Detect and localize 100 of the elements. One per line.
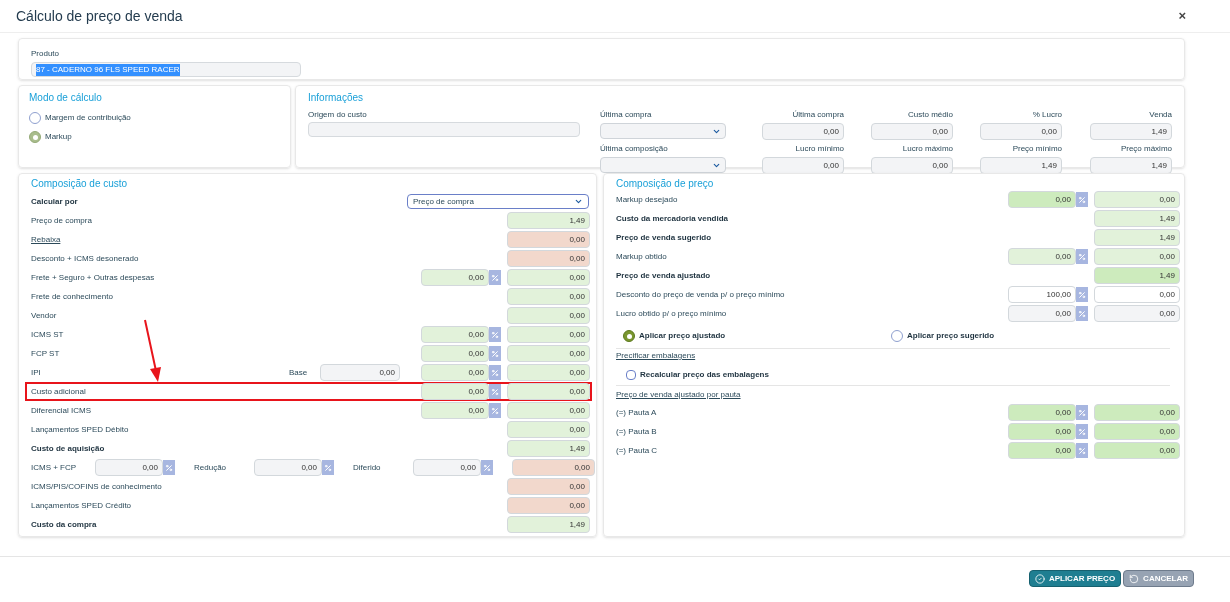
input-field[interactable]: 0,00 [1094,305,1180,322]
input-field[interactable]: 0,00 [1008,423,1076,440]
input-field[interactable]: 1,49 [507,212,590,229]
input-field[interactable]: 0,00 [507,307,590,324]
input-field[interactable]: 0,00 [421,326,489,343]
percent-icon [1078,309,1086,318]
percent-button[interactable] [489,403,501,418]
input-field[interactable]: 1,49 [1094,267,1180,284]
input-field[interactable]: 1,49 [507,516,590,533]
percent-button[interactable] [481,460,493,475]
input-field[interactable]: 0,00 [507,231,590,248]
percent-button[interactable] [1076,443,1088,458]
input-field[interactable]: 0,00 [421,269,489,286]
input-field[interactable]: 0,00 [507,269,590,286]
input-field[interactable]: 1,49 [1094,210,1180,227]
row-label: Preço de venda ajustado [616,270,711,280]
link[interactable]: Precificar embalagens [616,351,696,360]
input-field[interactable]: 0,00 [507,497,590,514]
input-field[interactable]: 0,00 [1094,404,1180,421]
percent-icon [491,349,499,358]
input-field[interactable]: 0,00 [762,157,844,174]
input-field[interactable]: 0,00 [1094,248,1180,265]
input-field[interactable]: 0,00 [507,478,590,495]
input-field[interactable]: 0,00 [512,459,595,476]
input-field[interactable]: 0,00 [1008,442,1076,459]
percent-button[interactable] [322,460,334,475]
input-field[interactable]: 0,00 [421,383,489,400]
row-label: Preço de compra [31,215,92,225]
percent-button[interactable] [1076,287,1088,302]
input-field[interactable]: 0,00 [507,345,590,362]
percent-button[interactable] [489,346,501,361]
input-field[interactable]: 0,00 [254,459,322,476]
input-field[interactable]: 0,00 [1094,191,1180,208]
row-label: Custo adicional [31,386,86,396]
field-label: Última composição [600,143,669,155]
input-field[interactable]: 0,00 [1094,423,1180,440]
percent-button[interactable] [1076,405,1088,420]
row-label: Markup desejado [616,194,678,204]
input-field[interactable]: 0,00 [421,364,489,381]
input-field[interactable]: 0,00 [95,459,163,476]
percent-icon [1078,252,1086,261]
input-field[interactable]: 1,49 [507,440,590,457]
input-field[interactable]: 1,49 [980,157,1062,174]
field-label: Última compra [600,109,653,121]
percent-button[interactable] [1076,249,1088,264]
input-field[interactable]: 0,00 [320,364,400,381]
input-field[interactable]: 0,00 [421,345,489,362]
input-field[interactable]: 0,00 [1008,191,1076,208]
radio-button[interactable] [29,112,41,124]
input-field[interactable]: 0,00 [1008,404,1076,421]
close-button[interactable]: × [1178,6,1186,26]
link[interactable]: Preço de venda ajustado por pauta [616,390,741,399]
percent-button[interactable] [489,384,501,399]
input-field[interactable]: 0,00 [1008,248,1076,265]
input-field[interactable]: 0,00 [507,288,590,305]
link[interactable]: Rebaixa [31,234,61,244]
percent-icon [491,368,499,377]
percent-button[interactable] [1076,306,1088,321]
field-label: Origem do custo [308,109,368,121]
percent-button[interactable] [163,460,175,475]
percent-button[interactable] [489,270,501,285]
input-field[interactable]: 0,00 [421,402,489,419]
field-label: Lucro máximo [902,143,953,155]
input-field[interactable]: 0,00 [507,383,590,400]
radio-label: Markup [45,131,72,143]
input-field[interactable]: 100,00 [1008,286,1076,303]
percent-button[interactable] [489,365,501,380]
input-field[interactable]: 0,00 [507,250,590,267]
input-field[interactable]: 0,00 [507,402,590,419]
input-field[interactable]: 0,00 [871,157,953,174]
input-field[interactable]: 0,00 [1008,305,1076,322]
dropdown[interactable]: Preço de compra [407,194,589,209]
apply-button[interactable]: APLICAR PREÇO [1028,570,1122,587]
input-field[interactable]: 0,00 [980,123,1062,140]
input-field[interactable]: 0,00 [871,123,953,140]
input-field[interactable]: 0,00 [1094,442,1180,459]
field-label: % Lucro [1032,109,1062,121]
input-field[interactable]: 0,00 [762,123,844,140]
row-label: FCP ST [31,348,60,358]
row-label: Desconto do preço de venda p/ o preço mínimo [616,289,785,299]
radio-button[interactable] [29,131,41,143]
checkbox[interactable] [626,370,636,380]
input-field[interactable]: 0,00 [507,421,590,438]
percent-button[interactable] [1076,424,1088,439]
input-field[interactable]: 1,49 [1090,157,1172,174]
dropdown[interactable] [600,157,726,173]
radio-button[interactable] [891,330,903,342]
input-field[interactable]: 0,00 [507,326,590,343]
percent-icon [491,406,499,415]
input-field[interactable]: 0,00 [413,459,481,476]
radio-button[interactable] [623,330,635,342]
dropdown[interactable] [600,123,726,139]
percent-button[interactable] [489,327,501,342]
input-field[interactable]: 0,00 [1094,286,1180,303]
input-field[interactable]: 1,49 [1094,229,1180,246]
percent-button[interactable] [1076,192,1088,207]
input-field[interactable]: 1,49 [1090,123,1172,140]
input-field[interactable] [308,122,580,137]
row-label: Custo da mercadoria vendida [616,213,729,223]
input-field[interactable]: 0,00 [507,364,590,381]
